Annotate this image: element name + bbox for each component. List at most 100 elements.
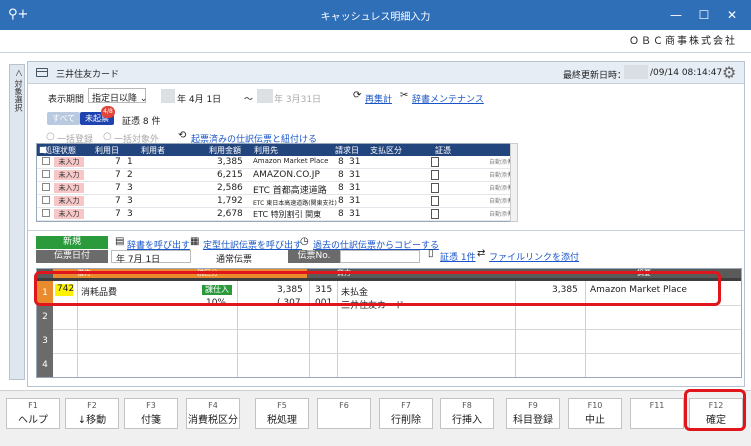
slip-date-field[interactable]: 年 7月 1日 (111, 250, 191, 265)
template-icon: ▦ (190, 236, 200, 247)
usage-row[interactable]: 未入力 7 2 6,215 AMAZON.CO.JP 8 31 自動添付 ✓ (37, 169, 517, 182)
usage-row[interactable]: 未入力 7 3 2,678 ETC 特別割引 関東 8 31 自動添付 ✓ (37, 208, 517, 221)
row-checkbox[interactable] (42, 170, 50, 178)
f6-button[interactable]: F6 (317, 398, 371, 429)
row-number[interactable]: 3 (37, 329, 53, 353)
slip-no-field[interactable] (340, 250, 420, 263)
bill-month: 8 (338, 170, 344, 180)
unrecorded-badge: 4/8 (101, 106, 115, 118)
slip-type: 通常伝票 (216, 255, 253, 265)
col-user: 利用者 (141, 146, 165, 155)
recalc-link[interactable]: 再集計 (365, 92, 392, 105)
fkey-code: F6 (339, 401, 349, 410)
filter-all[interactable]: すべて (47, 112, 81, 125)
window-title: キャッシュレス明細入力 (320, 12, 431, 23)
use-day: 3 (127, 183, 133, 193)
usage-row[interactable]: 未入力 7 1 3,385 Amazon Market Place 8 31 自… (37, 156, 517, 169)
f10-cancel-button[interactable]: F10 中止 (568, 398, 622, 429)
col-bill-date: 請求日 (335, 146, 359, 155)
row-number[interactable]: 4 (37, 353, 53, 377)
clock-icon: ◷ (300, 236, 309, 247)
last-update-value: /09/14 08:14:47 (650, 68, 723, 78)
f9-register-account-button[interactable]: F9 科目登録 (506, 398, 560, 429)
title-bar: ⚲+ キャッシュレス明細入力 — ☐ ✕ (0, 0, 751, 30)
amount: 2,678 (217, 209, 243, 219)
minimize-icon[interactable]: — (664, 5, 688, 25)
document-icon[interactable] (431, 209, 439, 219)
company-name: ＯＢＣ商事株式会社 (629, 36, 737, 47)
amount: 6,215 (217, 170, 243, 180)
document-icon[interactable] (431, 196, 439, 206)
usage-grid-header: ■ 処理状態 利用日 利用者 利用金額 利用先 請求日 支払区分 証憑 (37, 144, 517, 156)
row-checkbox[interactable] (42, 196, 50, 204)
f1-help-button[interactable]: F1 ヘルプ (6, 398, 60, 429)
row-checkbox[interactable] (42, 209, 50, 217)
divider (28, 230, 744, 231)
row-number[interactable]: 2 (37, 305, 53, 329)
target-select-tab[interactable]: ＜ 対象選択 (9, 64, 25, 380)
period-from[interactable]: 年 4月 1日 (177, 92, 221, 105)
slip-date-label: 伝票日付 (36, 250, 108, 263)
usage-grid: ■ 処理状態 利用日 利用者 利用金額 利用先 請求日 支払区分 証憑 未入力 … (36, 143, 518, 222)
period-mode-select[interactable]: 指定日以降 ⌄ (88, 88, 147, 104)
slip-no-label: 伝票No. (288, 250, 340, 263)
dict-maint-link[interactable]: 辞書メンテナンス (412, 92, 484, 105)
f8-insert-row-button[interactable]: F8 行挿入 (440, 398, 494, 429)
slip-date-value: 年 7月 1日 (116, 255, 161, 265)
attach-link[interactable]: ファイルリンクを添付 (489, 250, 579, 263)
bill-day: 31 (349, 209, 361, 219)
row-divider (53, 353, 741, 354)
fkey-code: F2 (87, 401, 97, 410)
f3-sticky-button[interactable]: F3 付箋 (124, 398, 178, 429)
evidence-count: 証憑 8 件 (122, 117, 161, 127)
f7-delete-row-button[interactable]: F7 行削除 (379, 398, 433, 429)
use-day: 3 (127, 196, 133, 206)
period-label: 表示期間 (48, 95, 85, 105)
fkey-code: F1 (28, 401, 38, 410)
fkey-label: 付箋 (141, 415, 161, 426)
fkey-label: ヘルプ (18, 415, 48, 426)
use-day: 1 (127, 157, 133, 167)
col-amount: 利用金額 (209, 146, 241, 155)
fkey-label: 中止 (585, 415, 605, 426)
status-badge: 未入力 (54, 196, 84, 206)
document-icon: ▯ (428, 248, 434, 259)
period-tilde: 〜 (244, 95, 254, 105)
gear-icon[interactable]: ⚙ (722, 63, 736, 82)
usage-row[interactable]: 未入力 7 3 1,792 ETC 東日本高速道路(関東支社) 8 31 自動添… (37, 195, 517, 208)
document-icon[interactable] (431, 183, 439, 193)
use-month: 7 (115, 196, 121, 206)
highlight-confirm-button (684, 389, 746, 431)
divider (0, 52, 751, 53)
credit-card-icon (36, 68, 48, 77)
f11-button[interactable]: F11 (630, 398, 684, 429)
merchant: ETC 特別割引 関東 (253, 210, 322, 219)
bill-month: 8 (338, 209, 344, 219)
radio-icon: ○ (103, 131, 112, 142)
f2-move-button[interactable]: F2 ↓移動 (65, 398, 119, 429)
new-entry-button[interactable]: 新規 (36, 236, 108, 249)
row-divider (53, 329, 741, 330)
f5-tax-process-button[interactable]: F5 税処理 (255, 398, 309, 429)
fkey-label: 行削除 (391, 415, 421, 426)
period-to[interactable]: 年 3月31日 (274, 92, 321, 105)
evidence-link[interactable]: 証憑 1件 (440, 250, 476, 263)
usage-grid-scrollbar[interactable] (510, 143, 518, 222)
f4-tax-category-button[interactable]: F4 消費税区分 (186, 398, 240, 429)
card-name: 三井住友カード (56, 70, 120, 80)
row-checkbox[interactable] (42, 183, 50, 191)
main-panel: 三井住友カード 最終更新日時： /09/14 08:14:47 ⚙ 表示期間 指… (27, 61, 745, 387)
document-icon[interactable] (431, 170, 439, 180)
maximize-icon[interactable]: ☐ (692, 5, 716, 25)
link-icon: ⟲ (178, 130, 187, 141)
bill-month: 8 (338, 196, 344, 206)
bill-day: 31 (349, 170, 361, 180)
usage-row[interactable]: 未入力 7 3 2,586 ETC 首都高速道路 8 31 自動添付 ✓ (37, 182, 517, 196)
close-icon[interactable]: ✕ (720, 5, 744, 25)
document-icon[interactable] (431, 157, 439, 167)
use-month: 7 (115, 170, 121, 180)
row-checkbox[interactable] (42, 157, 50, 165)
fkey-label: 消費税区分 (188, 415, 238, 426)
bill-month: 8 (338, 157, 344, 167)
merchant: Amazon Market Place (253, 157, 329, 165)
